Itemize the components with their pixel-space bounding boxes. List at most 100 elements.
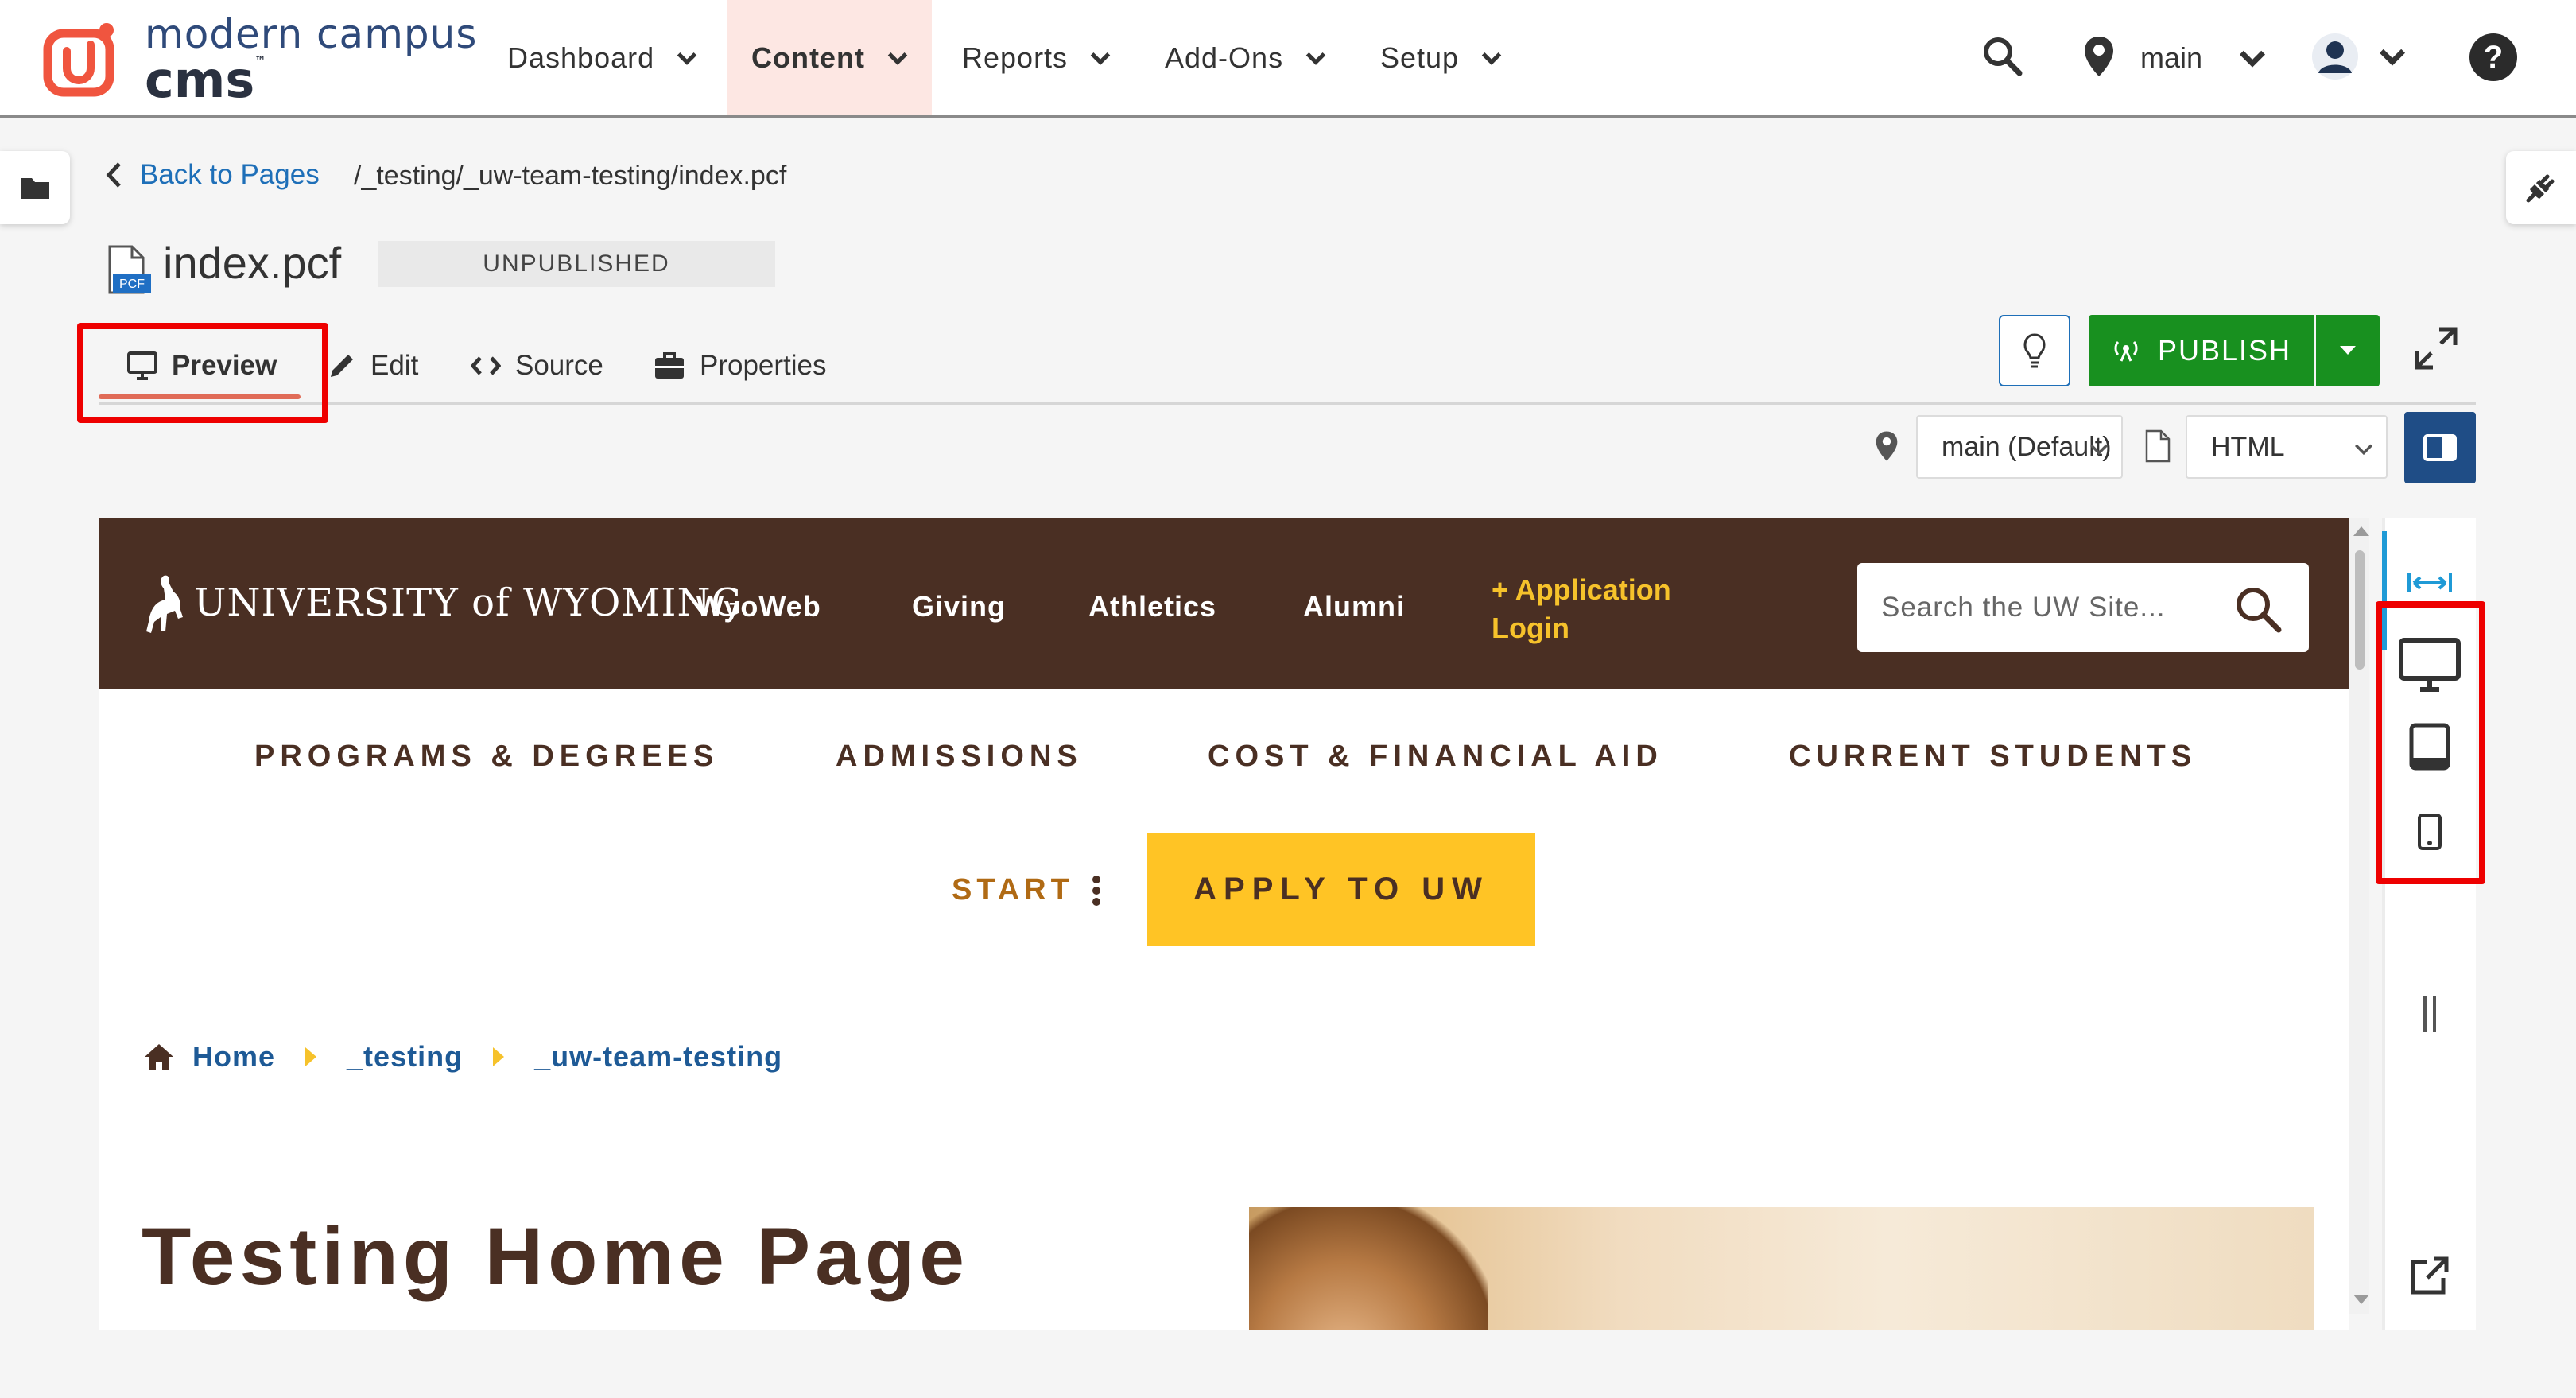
- search-icon[interactable]: [2234, 585, 2282, 633]
- chevron-down-icon: [2354, 444, 2373, 456]
- uw-page-heading: Testing Home Page: [142, 1211, 969, 1302]
- split-view-icon: [2423, 434, 2457, 461]
- uw-link-wyoweb[interactable]: WyoWeb: [696, 590, 821, 623]
- status-badge: UNPUBLISHED: [378, 241, 775, 287]
- layout-toggle-button[interactable]: [2404, 412, 2476, 483]
- scrollbar-thumb[interactable]: [2355, 550, 2365, 670]
- chevron-down-icon: [2240, 50, 2266, 68]
- user-avatar-icon: [2312, 33, 2358, 80]
- tab-edit[interactable]: Edit: [328, 334, 418, 398]
- nav-dashboard-label: Dashboard: [507, 41, 655, 74]
- lightbulb-icon: [2023, 333, 2046, 368]
- nav-content[interactable]: Content: [727, 0, 932, 115]
- crumb-separator: [305, 1047, 317, 1066]
- nav-setup[interactable]: Setup: [1380, 0, 1502, 115]
- user-menu[interactable]: [2310, 32, 2406, 81]
- file-badge-text: PCF: [119, 278, 145, 291]
- uw-link-alumni[interactable]: Alumni: [1303, 590, 1405, 623]
- format-select[interactable]: HTML: [2186, 415, 2388, 479]
- uw-crumb-testing[interactable]: _testing: [347, 1040, 463, 1074]
- uw-start-menu[interactable]: START: [952, 873, 1101, 907]
- photo-subject: [1249, 1207, 1488, 1330]
- uw-wordmark: UNIVERSITY of WYOMING: [194, 581, 743, 625]
- help-icon[interactable]: ?: [2468, 32, 2519, 83]
- uw-nav-admissions[interactable]: ADMISSIONS: [836, 740, 1083, 774]
- caret-down-icon: [2340, 346, 2356, 355]
- branch-label: main: [2140, 41, 2203, 74]
- chevron-down-icon: [2089, 444, 2109, 456]
- pencil-icon: [331, 355, 353, 377]
- open-in-new-window-button[interactable]: [2406, 1252, 2454, 1299]
- chevron-down-icon: [1305, 52, 1326, 65]
- top-navigation-bar: modern campus cms™ Dashboard Content Rep…: [0, 0, 2576, 118]
- publish-label: PUBLISH: [2157, 334, 2292, 367]
- nav-add-ons[interactable]: Add-Ons: [1165, 0, 1326, 115]
- scroll-down-arrow[interactable]: [2353, 1295, 2369, 1304]
- uw-breadcrumb: Home _testing _uw-team-testing: [143, 1040, 782, 1074]
- uw-link-giving[interactable]: Giving: [912, 590, 1006, 623]
- branch-select[interactable]: main (Default): [1916, 415, 2123, 479]
- scroll-up-arrow[interactable]: [2353, 526, 2369, 536]
- uw-nav-cost-aid[interactable]: COST & FINANCIAL AID: [1208, 740, 1663, 774]
- nav-dashboard[interactable]: Dashboard: [507, 0, 697, 115]
- nav-content-label: Content: [751, 41, 865, 74]
- chevron-down-icon: [887, 52, 908, 65]
- tips-button[interactable]: [1999, 315, 2070, 386]
- location-pin-icon[interactable]: [2083, 35, 2115, 78]
- uw-nav-programs[interactable]: PROGRAMS & DEGREES: [254, 740, 719, 774]
- fit-width-icon: [2407, 573, 2452, 592]
- file-path: /_testing/_uw-team-testing/index.pcf: [354, 161, 787, 191]
- back-to-pages-link[interactable]: Back to Pages: [105, 159, 320, 191]
- uw-hero-photo: [1249, 1207, 2314, 1330]
- uw-logo[interactable]: UNIVERSITY of WYOMING: [142, 569, 743, 636]
- file-icon: [2145, 429, 2171, 463]
- uw-crumb-home[interactable]: Home: [192, 1040, 275, 1074]
- logo-line-1: modern campus: [145, 11, 478, 57]
- nav-reports[interactable]: Reports: [962, 0, 1111, 115]
- chevron-down-icon: [1481, 52, 1502, 65]
- tab-source[interactable]: Source: [471, 334, 603, 398]
- search-icon[interactable]: [1981, 35, 2023, 76]
- highlight-box-devices: [2376, 601, 2485, 884]
- uw-nav-current-students[interactable]: CURRENT STUDENTS: [1789, 740, 2197, 774]
- back-to-pages-label: Back to Pages: [140, 159, 320, 190]
- tabs-divider: [99, 402, 2476, 405]
- pcf-file-icon: PCF: [108, 245, 151, 294]
- uw-search-placeholder: Search the UW Site...: [1881, 592, 2166, 623]
- location-pin-icon: [1876, 431, 1898, 461]
- fit-width-button[interactable]: [2398, 563, 2462, 603]
- uw-start-label: START: [952, 873, 1074, 907]
- uw-search-input[interactable]: Search the UW Site...: [1857, 563, 2309, 652]
- modern-campus-logo-icon[interactable]: [41, 19, 121, 99]
- branch-selector[interactable]: main: [2140, 0, 2266, 115]
- expand-icon[interactable]: [2414, 326, 2458, 371]
- uw-apply-button[interactable]: APPLY TO UW: [1147, 833, 1535, 946]
- uw-link-athletics[interactable]: Athletics: [1088, 590, 1216, 623]
- nav-add-ons-label: Add-Ons: [1165, 41, 1284, 74]
- file-browser-tab[interactable]: [0, 151, 70, 224]
- tab-edit-label: Edit: [370, 350, 419, 381]
- nav-setup-label: Setup: [1380, 41, 1460, 74]
- crumb-separator: [493, 1047, 505, 1066]
- nav-reports-label: Reports: [962, 41, 1069, 74]
- uw-header: UNIVERSITY of WYOMING WyoWeb Giving Athl…: [99, 518, 2349, 689]
- code-icon: [471, 356, 501, 375]
- home-icon: [145, 1044, 173, 1070]
- chevron-left-icon: [106, 162, 121, 188]
- chevron-down-icon: [677, 52, 697, 65]
- tab-properties[interactable]: Properties: [654, 334, 827, 398]
- uw-application-login-link[interactable]: + Application Login: [1492, 571, 1730, 647]
- publish-button[interactable]: PUBLISH: [2089, 315, 2314, 386]
- branch-select-value: main (Default): [1942, 431, 2112, 462]
- logo-tm: ™: [254, 55, 266, 68]
- page-title: index.pcf: [163, 238, 342, 288]
- gadgets-tab[interactable]: [2506, 151, 2576, 224]
- logo-line-2: cms™: [145, 56, 477, 105]
- svg-text:?: ?: [2484, 40, 2503, 75]
- page-preview-frame[interactable]: UNIVERSITY of WYOMING WyoWeb Giving Athl…: [99, 518, 2349, 1330]
- cms-wordmark[interactable]: modern campus cms™: [145, 14, 477, 105]
- publish-options-dropdown[interactable]: [2316, 315, 2380, 386]
- format-select-value: HTML: [2211, 431, 2285, 462]
- uw-crumb-team-testing[interactable]: _uw-team-testing: [534, 1040, 782, 1074]
- resize-handle[interactable]: [2414, 986, 2446, 1042]
